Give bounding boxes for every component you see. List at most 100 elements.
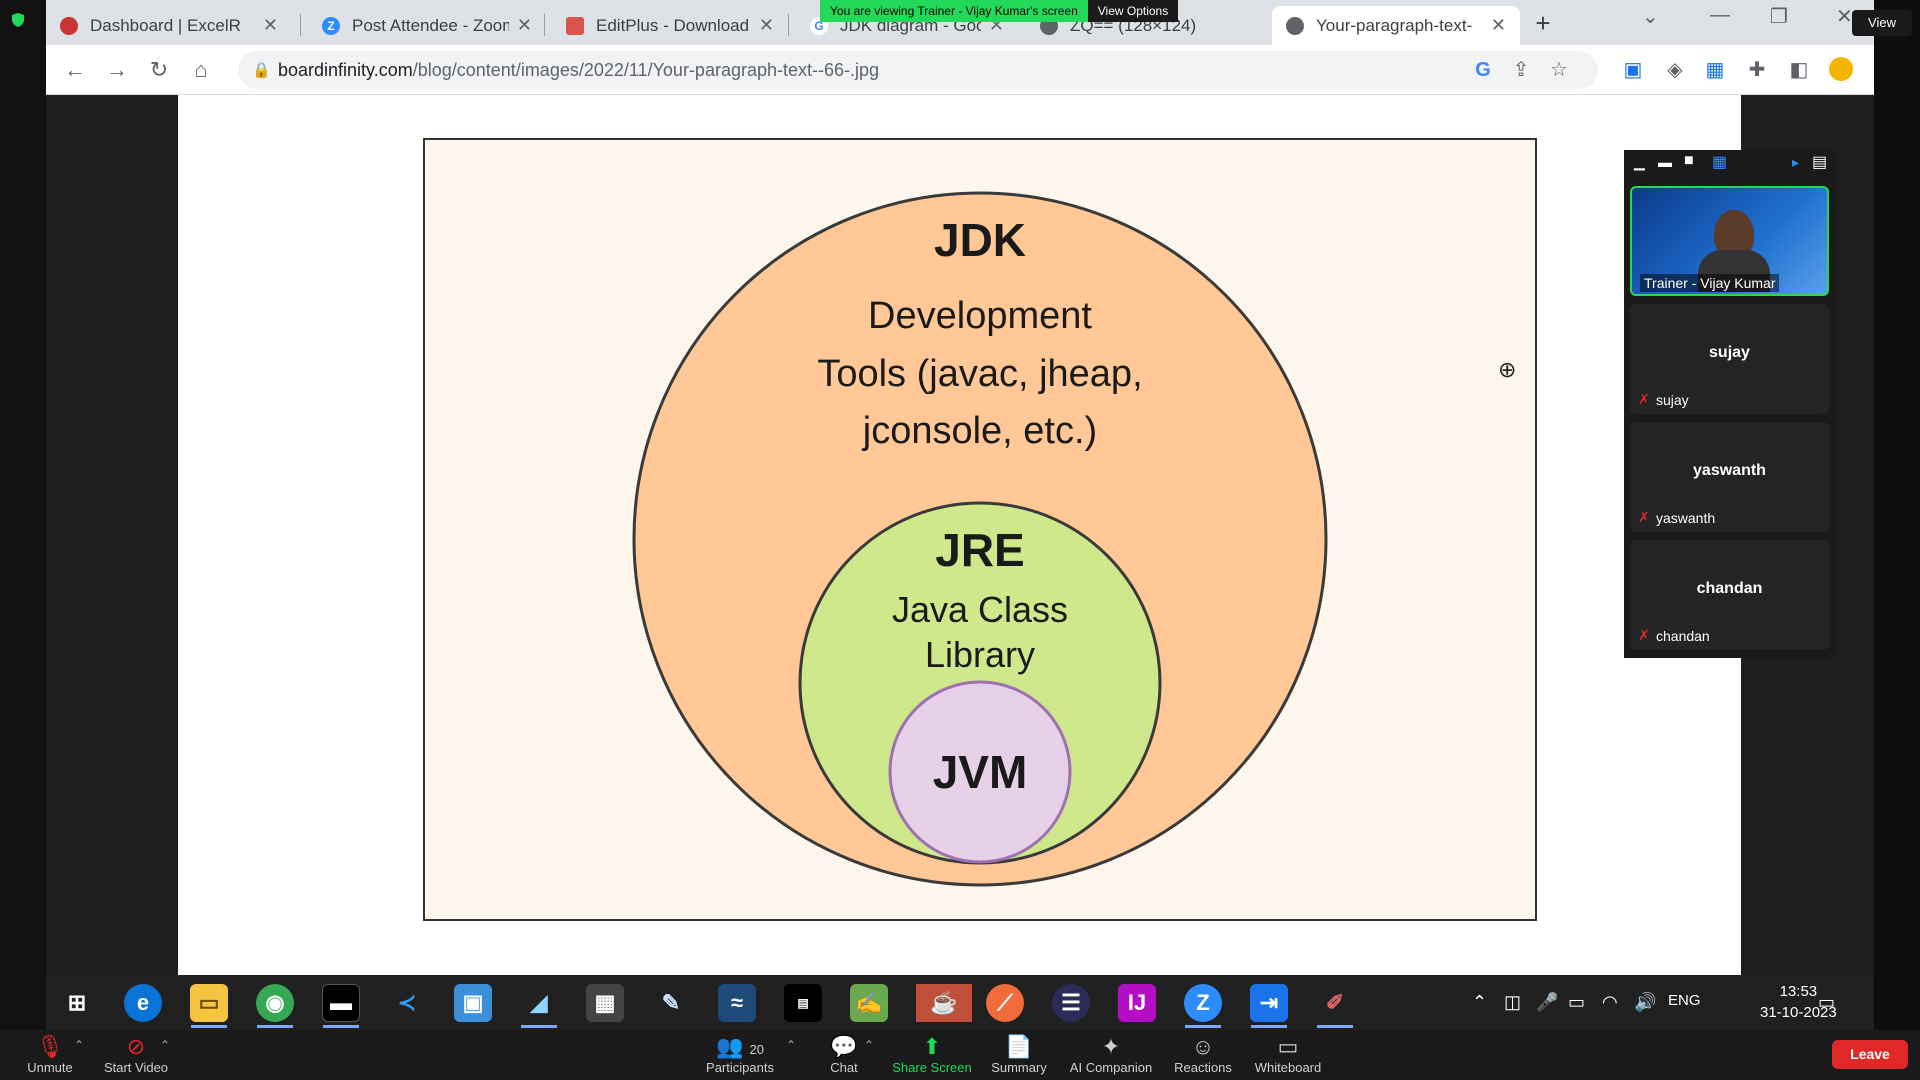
calculator-icon[interactable]: ▦ bbox=[586, 984, 624, 1022]
ai-companion-icon: ✦ bbox=[1101, 1034, 1121, 1059]
address-bar[interactable]: 🔒 boardinfinity.com/blog/content/images/… bbox=[238, 51, 1598, 89]
chevron-up-icon[interactable]: ⌃ bbox=[74, 1038, 84, 1052]
diagram-svg: JDK Development Tools (javac, jheap, jco… bbox=[632, 191, 1328, 887]
notepad-icon[interactable]: ◢ bbox=[520, 984, 558, 1022]
mic-muted-icon: ✗ bbox=[1638, 509, 1650, 525]
notepadpp-icon[interactable]: ✍ bbox=[850, 984, 888, 1022]
tab-search-icon[interactable]: ⌄ bbox=[1642, 4, 1659, 29]
view-button[interactable]: View bbox=[1852, 10, 1912, 36]
eclipse-icon[interactable]: ☰ bbox=[1052, 984, 1090, 1022]
summary-button[interactable]: 📄 Summary bbox=[986, 1034, 1052, 1075]
active-indicator bbox=[323, 1025, 359, 1028]
zoom-in-cursor-icon[interactable]: ⊕ bbox=[1498, 357, 1516, 383]
participant-tile-trainer[interactable]: Trainer - Vijay Kumar bbox=[1630, 186, 1829, 296]
participant-display-name: chandan bbox=[1696, 580, 1763, 597]
zoom-meeting-controls: 🎙 Unmute ⌃ ⊘ Start Video ⌃ 👥 20 Particip… bbox=[0, 1030, 1920, 1080]
share-notice-message: You are viewing Trainer - Vijay Kumar's … bbox=[820, 0, 1088, 22]
home-icon[interactable]: ⌂ bbox=[186, 55, 216, 85]
editplus-app-icon[interactable]: ✐ bbox=[1316, 984, 1354, 1022]
new-extension-icon[interactable]: ▦ bbox=[1702, 57, 1728, 83]
ai-companion-button[interactable]: ✦ AI Companion bbox=[1066, 1034, 1156, 1075]
profile-avatar[interactable] bbox=[1828, 57, 1854, 83]
strip-view-icon[interactable]: ▬ bbox=[1658, 154, 1672, 170]
terminal-icon[interactable]: ▬ bbox=[322, 984, 360, 1022]
wifi-icon[interactable]: ◠ bbox=[1602, 992, 1618, 1013]
battery-icon[interactable]: ▭ bbox=[1568, 992, 1585, 1013]
new-tab-button[interactable]: + bbox=[1528, 8, 1558, 38]
tab-active[interactable]: Your-paragraph-text- ✕ bbox=[1272, 6, 1520, 45]
remote-desktop-icon[interactable]: ▣ bbox=[454, 984, 492, 1022]
close-icon[interactable]: ✕ bbox=[759, 15, 774, 36]
participants-button[interactable]: 👥 20 Participants bbox=[700, 1034, 780, 1075]
participant-display-name: sujay bbox=[1709, 344, 1750, 361]
paint-icon[interactable]: ✎ bbox=[652, 984, 690, 1022]
chevron-up-icon[interactable]: ⌃ bbox=[160, 1038, 170, 1052]
next-page-icon[interactable]: ▸ bbox=[1792, 154, 1799, 171]
close-window-icon[interactable]: ✕ bbox=[1836, 4, 1853, 29]
minimize-icon[interactable]: — bbox=[1710, 4, 1730, 27]
forward-icon[interactable]: → bbox=[102, 55, 132, 85]
microphone-icon[interactable]: 🎤 bbox=[1536, 992, 1558, 1013]
tab-zoom[interactable]: Z Post Attendee - Zoom ✕ bbox=[308, 6, 546, 45]
tab-dashboard[interactable]: Dashboard | ExcelR ✕ bbox=[46, 6, 292, 45]
back-icon[interactable]: ← bbox=[60, 55, 90, 85]
java-app-icon[interactable]: ☕ bbox=[916, 984, 972, 1022]
mic-muted-icon: 🎙 bbox=[36, 1034, 64, 1059]
excelr-icon bbox=[60, 16, 78, 35]
mysql-icon[interactable]: ≈ bbox=[718, 984, 756, 1022]
jdk-desc-line1: Development bbox=[868, 295, 1092, 337]
chevron-up-icon[interactable]: ⌃ bbox=[786, 1038, 796, 1052]
url-path: /blog/content/images/2022/11/Your-paragr… bbox=[412, 60, 880, 80]
reactions-button[interactable]: ☺ Reactions bbox=[1170, 1034, 1236, 1075]
view-options-button[interactable]: View Options bbox=[1087, 0, 1179, 22]
page-viewport: JDK Development Tools (javac, jheap, jco… bbox=[46, 95, 1874, 975]
intellij-icon[interactable]: IJ bbox=[1118, 984, 1156, 1022]
tab-editplus[interactable]: EditPlus - Download ✕ bbox=[552, 6, 788, 45]
editplus-icon bbox=[566, 16, 584, 35]
participant-tile-sujay[interactable]: sujay ✗ sujay bbox=[1630, 304, 1829, 414]
reload-icon[interactable]: ↻ bbox=[144, 55, 174, 85]
notification-icon[interactable]: ▭ bbox=[1818, 992, 1835, 1013]
close-icon[interactable]: ✕ bbox=[263, 15, 278, 36]
float-panel-icon[interactable]: ▤ bbox=[1812, 152, 1827, 172]
tab-title: EditPlus - Download bbox=[596, 15, 750, 35]
file-explorer-icon[interactable]: ▭ bbox=[190, 984, 228, 1022]
restore-icon[interactable]: ❐ bbox=[1770, 4, 1788, 29]
postman-icon[interactable]: ⟋ bbox=[986, 984, 1024, 1022]
participant-tile-chandan[interactable]: chandan ✗ chandan bbox=[1630, 540, 1829, 650]
vscode-icon[interactable]: ≺ bbox=[388, 984, 426, 1022]
windows-start-icon[interactable]: ⊞ bbox=[58, 984, 96, 1022]
extension-icon[interactable]: ◈ bbox=[1662, 57, 1688, 83]
puzzle-icon[interactable]: ✚ bbox=[1744, 57, 1770, 83]
close-icon[interactable]: ✕ bbox=[1491, 15, 1506, 36]
minimize-gallery-icon[interactable]: ▁ bbox=[1634, 154, 1645, 171]
language-indicator[interactable]: ENG bbox=[1668, 992, 1701, 1009]
chat-button[interactable]: 💬 Chat bbox=[822, 1034, 866, 1075]
zoom-app-icon[interactable]: Z bbox=[1184, 984, 1222, 1022]
participant-tile-yaswanth[interactable]: yaswanth ✗ yaswanth bbox=[1630, 422, 1829, 532]
participant-display-name: yaswanth bbox=[1693, 462, 1766, 479]
mongodb-icon[interactable]: ▤ bbox=[784, 984, 822, 1022]
volume-icon[interactable]: 🔊 bbox=[1634, 992, 1656, 1013]
whiteboard-button[interactable]: ▭ Whiteboard bbox=[1250, 1034, 1326, 1075]
bookmark-star-icon[interactable]: ☆ bbox=[1546, 57, 1572, 83]
sidepanel-icon[interactable]: ◧ bbox=[1786, 57, 1812, 83]
participant-name: Trainer - Vijay Kumar bbox=[1640, 274, 1780, 292]
share-icon[interactable]: ⇪ bbox=[1508, 57, 1534, 83]
chevron-up-icon[interactable]: ⌃ bbox=[864, 1038, 874, 1052]
camera-icon[interactable]: ◫ bbox=[1504, 992, 1521, 1013]
close-icon[interactable]: ✕ bbox=[517, 15, 532, 36]
speaker-view-icon[interactable]: ■ bbox=[1684, 152, 1694, 170]
chrome-icon[interactable]: ◉ bbox=[256, 984, 294, 1022]
google-lens-icon[interactable]: G bbox=[1470, 57, 1496, 83]
edge-icon[interactable]: e bbox=[124, 984, 162, 1022]
leave-button[interactable]: Leave bbox=[1832, 1040, 1908, 1069]
gallery-view-icon[interactable]: ▦ bbox=[1712, 152, 1727, 172]
show-hidden-icons[interactable]: ⌃ bbox=[1472, 992, 1487, 1013]
screen-capture-icon[interactable]: ▣ bbox=[1620, 57, 1646, 83]
share-screen-button[interactable]: ⬆ Share Screen bbox=[888, 1034, 976, 1075]
reactions-icon: ☺ bbox=[1191, 1034, 1215, 1059]
app-launcher-icon[interactable]: ⇥ bbox=[1250, 984, 1288, 1022]
unmute-button[interactable]: 🎙 Unmute bbox=[20, 1034, 80, 1075]
jdk-desc-line3: jconsole, etc.) bbox=[862, 410, 1097, 452]
